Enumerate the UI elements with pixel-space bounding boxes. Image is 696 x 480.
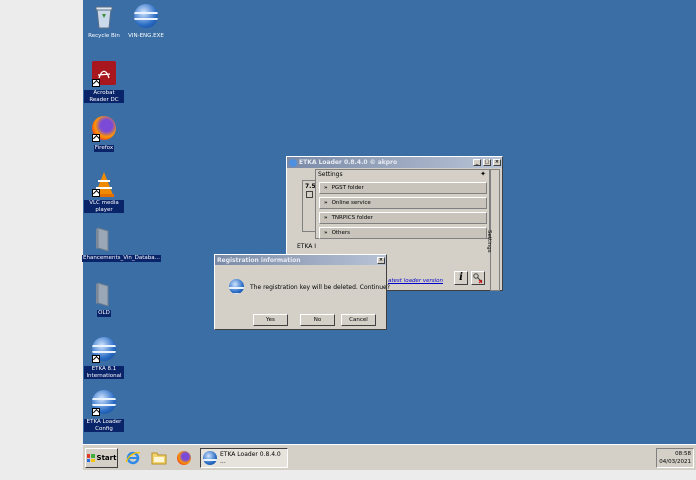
menu-label: Online service xyxy=(331,200,371,206)
system-tray-clock[interactable]: 08:58 04/03/2021 xyxy=(656,448,694,468)
close-button[interactable]: × xyxy=(377,256,385,264)
desktop-icon-enhancements-folder[interactable]: Ehancements_Vin_Databa... xyxy=(82,226,161,262)
firefox-icon xyxy=(92,116,116,142)
firefox-icon[interactable] xyxy=(174,448,194,468)
menu-label: TNRPICS folder xyxy=(331,215,373,221)
double-chevron-icon: » xyxy=(324,215,328,221)
desktop-icon-label: Recycle Bin xyxy=(88,33,120,39)
globe-icon xyxy=(229,279,244,294)
acrobat-icon xyxy=(92,61,116,87)
yes-button[interactable]: Yes xyxy=(253,314,288,326)
explorer-folder-icon[interactable] xyxy=(149,448,169,468)
desktop-icon-etka-international[interactable]: ETKA 8.1 International xyxy=(84,337,124,379)
start-label: Start xyxy=(96,454,117,462)
maximize-button[interactable]: □ xyxy=(483,159,491,166)
desktop-icon-etka-loader-config[interactable]: ETKA Loader Config xyxy=(84,390,124,432)
settings-panel-title: Settings xyxy=(318,171,343,178)
double-chevron-icon: » xyxy=(324,200,328,206)
clock-time: 08:58 xyxy=(675,451,691,457)
close-button[interactable]: × xyxy=(493,159,501,166)
recycle-bin-icon xyxy=(92,4,116,30)
desktop-icon-label: OLD xyxy=(97,310,111,317)
menu-label: Others xyxy=(331,230,351,236)
version-box: 7.5 xyxy=(302,180,316,232)
vlc-icon xyxy=(92,171,116,197)
desktop-icon-firefox[interactable]: Firefox xyxy=(84,116,124,152)
menu-pgst-folder[interactable]: » PGST folder xyxy=(319,182,487,194)
menu-online-service[interactable]: » Online service xyxy=(319,197,487,209)
double-chevron-icon: » xyxy=(324,230,328,236)
etka-window-title: ETKA Loader 0.8.4.0 © akpro xyxy=(299,159,398,166)
double-chevron-icon: » xyxy=(324,185,328,191)
start-button[interactable]: Start xyxy=(85,448,118,468)
no-button[interactable]: No xyxy=(300,314,335,326)
latest-loader-link[interactable]: atest loader version xyxy=(388,278,443,284)
globe-icon xyxy=(203,451,217,465)
dialog-titlebar[interactable]: Registration information × xyxy=(215,255,386,265)
settings-panel: Settings ✦ » PGST folder » Online service … xyxy=(315,169,490,239)
desktop-icon-acrobat[interactable]: Acrobat Reader DC xyxy=(84,61,124,103)
taskbar: Start ETKA Loader 0.8.4.0 ... 08:58 04/0… xyxy=(83,444,696,470)
globe-icon xyxy=(289,158,297,167)
menu-others[interactable]: » Others xyxy=(319,227,487,239)
desktop-icon-vin-eng[interactable]: VIN-ENG.EXE xyxy=(126,4,166,40)
desktop-icon-label: VLC media player xyxy=(84,200,124,213)
etka-label: ETKA I xyxy=(297,243,317,250)
key-delete-button[interactable] xyxy=(471,271,485,285)
desktop-icon-label: VIN-ENG.EXE xyxy=(128,33,164,39)
desktop-icon-label: ETKA 8.1 International xyxy=(84,366,124,379)
desktop-icon-vlc[interactable]: VLC media player xyxy=(84,171,124,213)
pin-icon[interactable]: ✦ xyxy=(480,170,486,178)
desktop-icon-recycle-bin[interactable]: Recycle Bin xyxy=(84,4,124,40)
menu-label: PGST folder xyxy=(331,185,364,191)
folder-icon xyxy=(92,226,116,252)
desktop-icon-label: Ehancements_Vin_Databa... xyxy=(82,255,161,262)
folder-icon xyxy=(92,281,116,307)
cancel-button[interactable]: Cancel xyxy=(341,314,376,326)
globe-icon xyxy=(92,390,116,416)
info-button[interactable]: i xyxy=(454,271,468,285)
desktop-icon-old-folder[interactable]: OLD xyxy=(84,281,124,317)
globe-icon xyxy=(134,4,158,30)
taskbar-item-label: ETKA Loader 0.8.4.0 ... xyxy=(220,451,281,465)
settings-tab-label: Settings xyxy=(486,230,492,253)
desktop-icon-label: Firefox xyxy=(93,145,115,152)
registration-dialog: Registration information × The registrat… xyxy=(214,254,390,330)
globe-icon xyxy=(92,337,116,363)
square-icon xyxy=(306,191,313,198)
windows-logo-icon xyxy=(86,454,95,462)
menu-tnrpics-folder[interactable]: » TNRPICS folder xyxy=(319,212,487,224)
dialog-message: The registration key will be deleted. Co… xyxy=(250,284,390,291)
ie-icon[interactable] xyxy=(123,448,143,468)
etka-window-titlebar[interactable]: ETKA Loader 0.8.4.0 © akpro _ □ × xyxy=(287,157,502,168)
dialog-title: Registration information xyxy=(217,256,301,264)
desktop-icon-label: ETKA Loader Config xyxy=(84,419,124,432)
clock-date: 04/03/2021 xyxy=(659,459,691,465)
settings-side-tab[interactable]: Settings xyxy=(486,169,500,291)
minimize-button[interactable]: _ xyxy=(473,159,481,166)
taskbar-item-etka-loader[interactable]: ETKA Loader 0.8.4.0 ... xyxy=(200,448,288,468)
desktop-icon-label: Acrobat Reader DC xyxy=(84,90,124,103)
key-icon xyxy=(473,273,483,284)
